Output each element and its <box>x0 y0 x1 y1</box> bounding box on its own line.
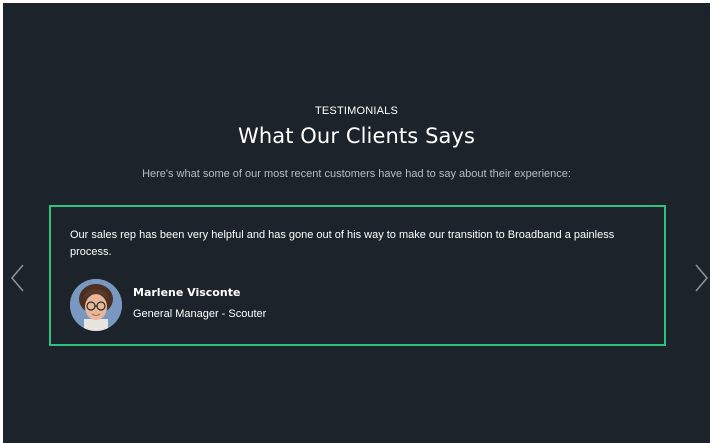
chevron-left-icon <box>10 264 24 292</box>
testimonial-author-name: Marlene Visconte <box>133 286 241 299</box>
carousel-next-button[interactable] <box>692 263 710 293</box>
testimonials-section: TESTIMONIALS What Our Clients Says Here'… <box>3 3 710 443</box>
chevron-right-icon <box>695 264 709 292</box>
testimonial-author-role: General Manager - Scouter <box>133 308 267 320</box>
section-subtitle: Here's what some of our most recent cust… <box>142 168 571 180</box>
section-title: What Our Clients Says <box>237 124 476 148</box>
avatar <box>70 279 122 331</box>
testimonial-card: Our sales rep has been very helpful and … <box>49 205 666 346</box>
section-eyebrow: TESTIMONIALS <box>314 105 399 117</box>
testimonial-quote: Our sales rep has been very helpful and … <box>70 229 615 258</box>
carousel-prev-button[interactable] <box>9 263 27 293</box>
